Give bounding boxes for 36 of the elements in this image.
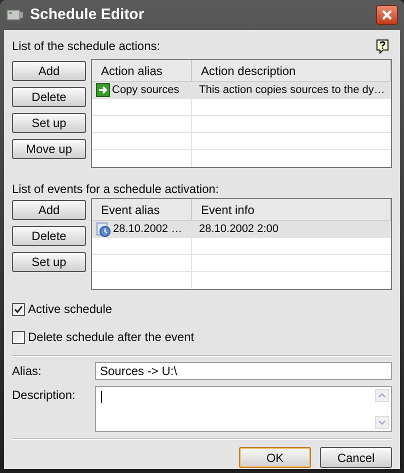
table-cell-text: This action copies sources to the dy… <box>199 82 385 98</box>
column-header[interactable]: Action alias <box>92 60 192 81</box>
close-button[interactable] <box>376 5 398 25</box>
field-label: Description: <box>12 387 76 404</box>
push-button[interactable]: Set up <box>12 113 86 133</box>
table-cell-text: Copy sources <box>112 82 180 98</box>
column-header[interactable]: Event info <box>192 199 391 220</box>
section-label: List of the schedule actions: <box>12 38 160 55</box>
cancel-button[interactable]: Cancel <box>320 447 392 468</box>
table-row[interactable]: 28.10.2002 … 28.10.2002 2:00 <box>92 221 391 238</box>
close-icon <box>382 10 392 20</box>
column-header[interactable]: Action description <box>192 60 391 81</box>
checkbox[interactable] <box>12 330 25 344</box>
text-cursor <box>101 391 102 403</box>
arrow-icon <box>96 83 110 97</box>
table-cell-text: 28.10.2002 2:00 <box>199 222 279 237</box>
help-icon[interactable] <box>376 38 389 54</box>
window-title: Schedule Editor <box>30 4 146 25</box>
push-button[interactable]: Add <box>12 61 86 81</box>
push-button[interactable]: Delete <box>12 87 86 107</box>
column-header[interactable]: Event alias <box>92 199 192 220</box>
push-button[interactable]: Add <box>12 200 86 220</box>
alias-field[interactable]: Sources -> U:\ <box>95 362 392 380</box>
checkbox-label: Delete schedule after the event <box>28 329 194 346</box>
checkbox-label: Active schedule <box>28 301 112 318</box>
field-label: Alias: <box>12 363 42 380</box>
app-icon <box>6 8 24 22</box>
ok-button[interactable]: OK <box>239 447 311 468</box>
table-row[interactable]: Copy sources This action copies sources to the dy… <box>92 82 391 99</box>
push-button[interactable]: Delete <box>12 226 86 246</box>
push-button[interactable]: Move up <box>12 139 86 159</box>
table-cell-text: 28.10.2002 … <box>113 222 182 237</box>
section-label: List of events for a schedule activation: <box>12 181 220 196</box>
push-button[interactable]: Set up <box>12 252 86 272</box>
checkbox[interactable] <box>12 302 25 316</box>
clock-icon <box>96 222 111 236</box>
